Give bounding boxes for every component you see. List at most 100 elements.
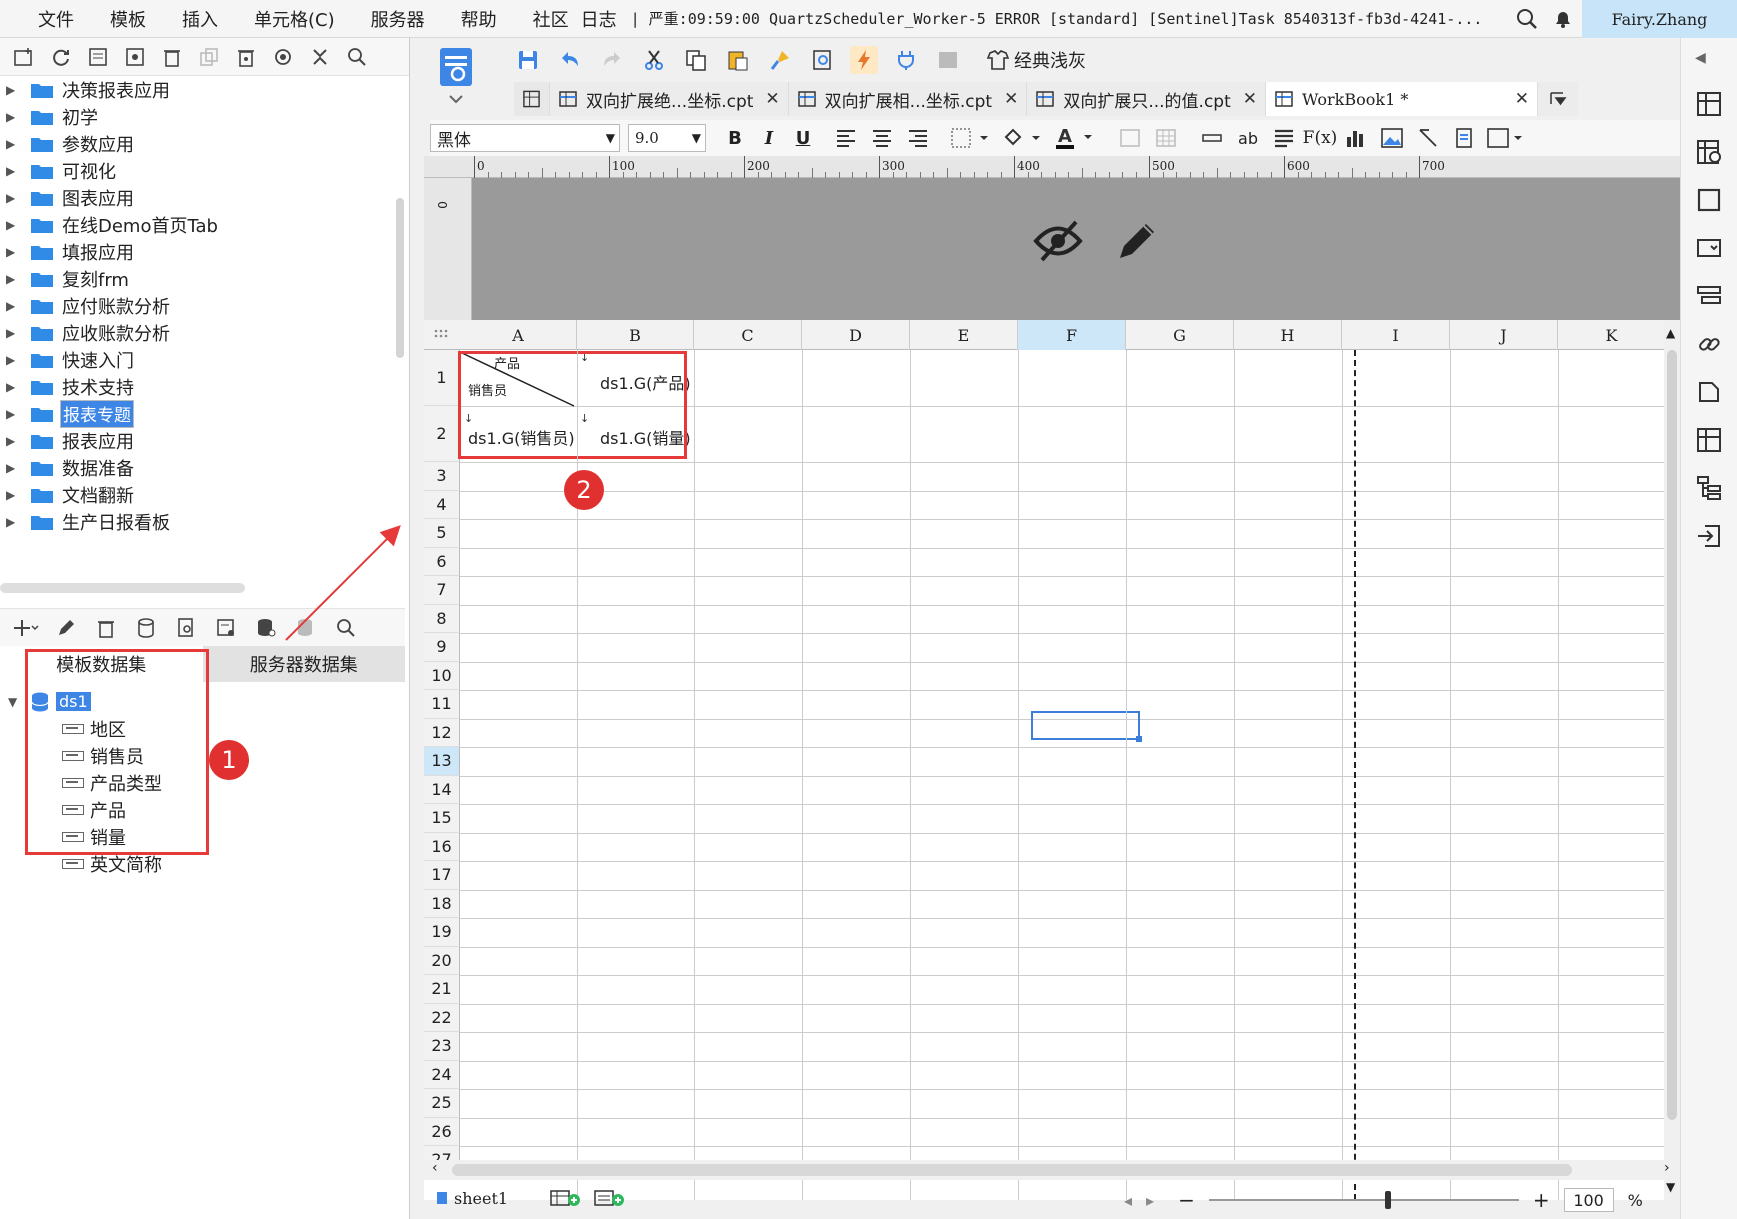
plugin-icon[interactable]	[892, 46, 920, 74]
column-header[interactable]: G	[1126, 320, 1234, 350]
file-tab-active[interactable]: WorkBook1 * ✕	[1266, 82, 1539, 116]
search-icon[interactable]	[1516, 8, 1538, 30]
db-settings-icon[interactable]	[252, 614, 280, 642]
row-header[interactable]: 25	[424, 1089, 460, 1118]
expand-arrow-icon[interactable]: ▶	[0, 326, 20, 340]
textbox-icon[interactable]	[1198, 124, 1226, 152]
expand-arrow-icon[interactable]: ▶	[0, 488, 20, 502]
image-disabled-icon[interactable]	[934, 46, 962, 74]
tab-server-dataset[interactable]: 服务器数据集	[202, 646, 405, 682]
expand-arrow-icon[interactable]: ▶	[0, 110, 20, 124]
row-header[interactable]: 23	[424, 1032, 460, 1061]
font-color-icon[interactable]: A	[1054, 124, 1098, 152]
expand-arrow-icon[interactable]: ▶	[0, 137, 20, 151]
chevron-up-icon[interactable]: ▲	[1666, 326, 1675, 340]
column-header[interactable]: C	[694, 320, 802, 350]
border-icon[interactable]	[950, 124, 994, 152]
row-header[interactable]: 22	[424, 1003, 460, 1032]
row-header[interactable]: 26	[424, 1117, 460, 1146]
tree-folder-item[interactable]: ▶ 参数应用	[0, 130, 400, 157]
select-all-icon[interactable]	[432, 326, 452, 344]
expand-arrow-icon[interactable]: ▶	[0, 218, 20, 232]
column-header[interactable]: B	[577, 320, 694, 350]
delete-dataset-icon[interactable]	[92, 614, 120, 642]
condition-icon[interactable]	[1695, 282, 1723, 310]
align-right-icon[interactable]	[904, 124, 932, 152]
align-left-icon[interactable]	[832, 124, 860, 152]
underline-button[interactable]: U	[790, 128, 816, 149]
subreport-icon[interactable]	[1450, 124, 1478, 152]
image-icon[interactable]	[1378, 124, 1406, 152]
save-icon[interactable]	[514, 46, 542, 74]
column-header[interactable]: E	[910, 320, 1018, 350]
row-header[interactable]: 6	[424, 547, 460, 576]
flash-icon[interactable]	[850, 46, 878, 74]
menu-insert[interactable]: 插入	[182, 6, 218, 32]
row-header[interactable]: 1	[424, 350, 460, 406]
db-disabled-icon[interactable]	[292, 614, 320, 642]
report-header-area[interactable]	[472, 178, 1680, 320]
formula-button[interactable]: F(x)	[1303, 124, 1338, 152]
tab-menu-icon[interactable]	[1538, 82, 1579, 116]
align-center-icon[interactable]	[868, 124, 896, 152]
copy-icon[interactable]	[682, 46, 710, 74]
zoom-slider-handle[interactable]	[1384, 1191, 1391, 1209]
font-size-select[interactable]: 9.0 ▼	[628, 124, 706, 152]
expand-arrow-icon[interactable]: ▶	[0, 272, 20, 286]
tree-folder-item[interactable]: ▶ 可视化	[0, 157, 400, 184]
chevron-right-icon[interactable]: ›	[1664, 1160, 1670, 1176]
row-header[interactable]: 12	[424, 718, 460, 747]
search-icon[interactable]	[343, 43, 371, 71]
selected-cell-f13[interactable]	[1031, 711, 1142, 742]
doc-icon[interactable]	[1695, 378, 1723, 406]
widget-icon[interactable]	[1695, 234, 1723, 262]
grid-vertical-scrollbar[interactable]: ▲ ▼	[1664, 320, 1680, 1200]
column-header[interactable]: K	[1558, 320, 1664, 350]
menu-file[interactable]: 文件	[38, 6, 74, 32]
preview-icon[interactable]	[808, 46, 836, 74]
redo-icon[interactable]	[598, 46, 626, 74]
undo-icon[interactable]	[556, 46, 584, 74]
row-header[interactable]: 19	[424, 918, 460, 947]
add-poly-sheet-icon[interactable]	[594, 1188, 626, 1208]
row-header[interactable]: 16	[424, 832, 460, 861]
chart-icon[interactable]	[1342, 124, 1370, 152]
link-icon[interactable]	[1695, 330, 1723, 358]
expand-arrow-icon[interactable]: ▶	[0, 164, 20, 178]
param-icon[interactable]	[212, 614, 240, 642]
search-dataset-icon[interactable]	[332, 614, 360, 642]
close-icon[interactable]: ✕	[1515, 89, 1529, 109]
user-name[interactable]: Fairy.Zhang	[1582, 0, 1737, 38]
row-header[interactable]: 3	[424, 462, 460, 491]
column-header[interactable]: D	[802, 320, 910, 350]
grid-horizontal-scrollbar[interactable]: ‹ ›	[424, 1160, 1680, 1180]
cell-attribute-icon[interactable]	[1695, 138, 1723, 166]
row-header[interactable]: 4	[424, 490, 460, 519]
tree-horizontal-scrollbar[interactable]	[0, 583, 245, 593]
expand-arrow-icon[interactable]: ▼	[0, 695, 22, 709]
column-header[interactable]: H	[1234, 320, 1342, 350]
tree-folder-item[interactable]: ▶ 应付账款分析	[0, 292, 400, 319]
tree-folder-item[interactable]: ▶ 在线Demo首页Tab	[0, 211, 400, 238]
designer-logo-icon[interactable]	[434, 44, 478, 104]
zoom-slider[interactable]	[1208, 1191, 1519, 1209]
file-tab[interactable]: 双向扩展只...的值.cpt ✕	[1027, 82, 1267, 116]
new-folder-icon[interactable]	[10, 43, 38, 71]
menu-cell[interactable]: 单元格(C)	[254, 6, 335, 32]
chevron-left-icon[interactable]: ◂	[1124, 1191, 1132, 1210]
bold-button[interactable]: B	[722, 128, 748, 149]
add-sheet-icon[interactable]	[550, 1188, 582, 1208]
menu-template[interactable]: 模板	[110, 6, 146, 32]
settings-icon[interactable]	[121, 43, 149, 71]
column-header[interactable]: A	[460, 320, 577, 350]
column-header[interactable]: J	[1450, 320, 1558, 350]
pencil-icon[interactable]	[1114, 218, 1160, 264]
scrollbar-thumb[interactable]	[452, 1164, 1572, 1176]
chevron-left-icon[interactable]: ◀	[1695, 50, 1723, 78]
chevron-down-icon[interactable]: ▼	[1666, 1180, 1675, 1194]
text-button[interactable]: ab	[1234, 124, 1262, 152]
log-message[interactable]: | 严重:09:59:00 QuartzScheduler_Worker-5 E…	[631, 8, 1491, 29]
scrollbar-thumb[interactable]	[1667, 350, 1677, 1120]
tree-folder-item[interactable]: ▶ 文档翻新	[0, 481, 400, 508]
row-header[interactable]: 21	[424, 975, 460, 1004]
